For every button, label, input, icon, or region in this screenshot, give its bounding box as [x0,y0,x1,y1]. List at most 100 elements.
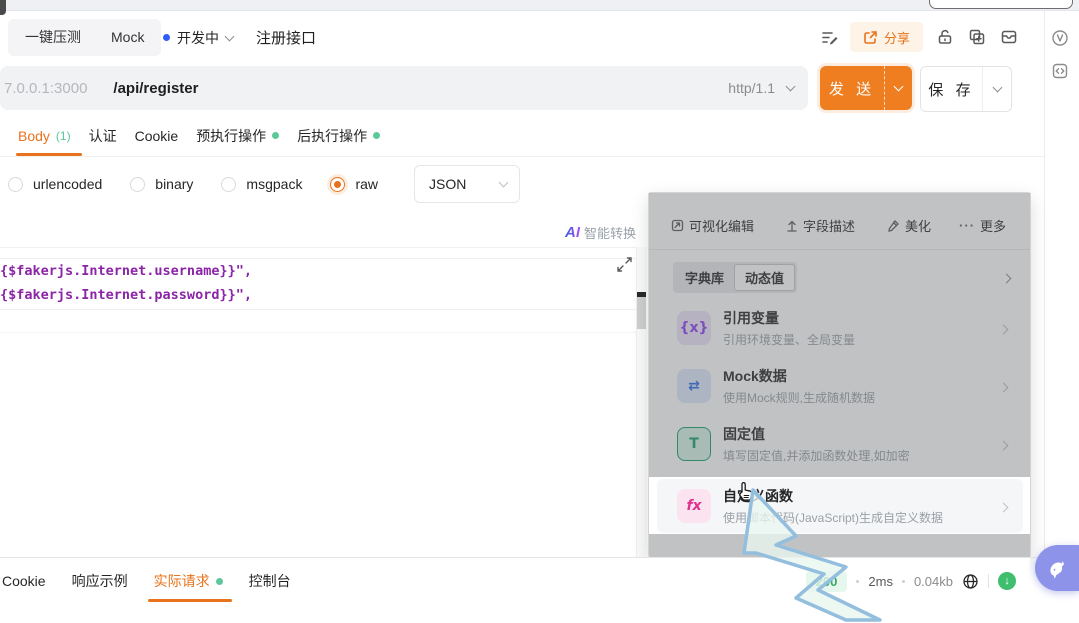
radio-binary[interactable] [130,177,145,192]
tab-label: 响应示例 [72,571,128,591]
code-box-bottom [0,309,636,310]
assistant-whale-button[interactable] [1035,545,1079,591]
ai-convert-button[interactable]: AI 智能转换 [0,218,636,246]
url-path: /api/register [113,80,198,97]
chevron-down-icon [225,31,235,41]
chevron-down-icon [499,178,509,188]
inbox-save-icon[interactable] [1000,28,1018,46]
url-input[interactable]: 7.0.0.1:3000 /api/register http/1.1 [0,66,808,110]
copy-add-icon[interactable] [968,28,986,46]
ai-icon: AI [565,224,580,241]
chevron-down-icon [786,82,796,92]
radio-urlencoded[interactable] [8,177,23,192]
version-icon[interactable] [1051,29,1069,47]
code-line-2[interactable]: {$fakerjs.Internet.password}}", [0,287,252,303]
radio-urlencoded-label[interactable]: urlencoded [33,176,102,192]
response-time: 2ms [868,574,893,589]
tab-console[interactable]: 控制台 [249,571,291,591]
code-panel-icon[interactable] [1051,62,1069,80]
radio-binary-label[interactable]: binary [155,176,193,192]
response-meta: 200 2ms 0.04kb ↓ [806,571,1016,592]
assistant-whale-icon [1040,551,1073,584]
share-label: 分享 [884,28,910,47]
radio-msgpack[interactable] [221,177,236,192]
send-button[interactable]: 发 送 [820,66,912,110]
tab-auth-label: 认证 [89,126,117,146]
app-window: 一键压测 Mock 开发中 注册接口 分享 [0,0,1079,623]
chevron-down-icon [992,83,1002,93]
tab-pre-actions[interactable]: 预执行操作 [196,115,279,156]
status-select[interactable]: 开发中 [163,19,233,56]
tab-label: 实际请求 [154,571,210,591]
separator-line [988,574,989,588]
tab-mock[interactable]: Mock [96,19,159,56]
editor-line [0,332,636,333]
radio-raw[interactable] [330,177,345,192]
tab-label: Cookie [2,573,46,589]
editor-scrollbar-thumb[interactable] [637,297,646,329]
request-tabs: Body (1) 认证 Cookie 预执行操作 后执行操作 [0,115,1044,157]
chevron-down-icon [894,82,904,92]
tab-actual-request[interactable]: 实际请求 [154,571,223,591]
sidebar-divider [1044,10,1045,557]
format-value: JSON [429,176,466,192]
send-dropdown[interactable] [885,66,912,110]
separator-dot [902,580,905,583]
green-dot [272,132,279,139]
tab-cookie-label: Cookie [135,128,179,144]
save-label: 保 存 [921,67,983,111]
green-dot [216,578,223,585]
custom-function-icon: fx [677,489,711,523]
separator-dot [856,580,859,583]
chevron-right-icon [1000,498,1007,514]
response-size: 0.04kb [914,574,953,589]
save-button[interactable]: 保 存 [920,66,1012,112]
tab-response-example[interactable]: 响应示例 [72,571,128,591]
protocol-select[interactable]: http/1.1 [728,80,794,96]
send-label: 发 送 [820,66,885,110]
unlock-icon[interactable] [936,28,954,46]
tab-load-test[interactable]: 一键压测 [10,19,96,56]
tab-pre-actions-label: 预执行操作 [196,126,266,146]
active-tab-underline [16,153,82,156]
share-icon [863,30,878,45]
status-code-badge: 200 [806,571,848,592]
header-tab-group: 一键压测 Mock [8,19,161,56]
download-response-button[interactable]: ↓ [998,572,1016,590]
item-text: 自定义函数 使用脚本代码(JavaScript)生成自定义数据 [723,486,943,526]
radio-msgpack-label[interactable]: msgpack [246,176,302,192]
globe-icon[interactable] [962,573,979,590]
tab-label: 控制台 [249,571,291,591]
tab-response-cookie[interactable]: Cookie [2,573,46,589]
expand-icon[interactable] [616,256,633,276]
status-dot [163,34,170,41]
radio-raw-label[interactable]: raw [355,176,378,192]
code-line-1[interactable]: {$fakerjs.Internet.username}}", [0,263,252,279]
top-window-strip [0,0,1079,11]
tab-body-count: (1) [56,129,71,143]
save-dropdown[interactable] [983,67,1011,111]
window-remnant-right [929,0,1073,9]
active-bottom-tab-underline [148,599,232,602]
green-dot [373,132,380,139]
edit-note-icon[interactable] [820,28,839,47]
protocol-value: http/1.1 [728,80,775,96]
tab-post-actions[interactable]: 后执行操作 [297,115,380,156]
tab-body[interactable]: Body (1) [18,115,71,156]
ai-convert-label: 智能转换 [584,223,636,242]
tutorial-dim-overlay-bottom [649,534,1030,558]
tutorial-dim-overlay-top [649,193,1030,477]
item-title: 自定义函数 [723,486,943,506]
body-type-options: urlencoded binary msgpack raw JSON [8,165,520,203]
item-custom-function[interactable]: fx 自定义函数 使用脚本代码(JavaScript)生成自定义数据 [657,479,1023,533]
item-desc: 使用脚本代码(JavaScript)生成自定义数据 [723,509,943,526]
url-host: 7.0.0.1:3000 [4,80,87,97]
tab-auth[interactable]: 认证 [89,115,117,156]
format-select[interactable]: JSON [414,165,520,203]
response-tabs-bar: Cookie 响应示例 实际请求 控制台 200 2ms 0.04kb ↓ [0,558,1030,604]
share-button[interactable]: 分享 [850,22,923,52]
code-box-top [0,258,636,259]
window-remnant-left [0,0,6,15]
tab-cookie[interactable]: Cookie [135,115,179,156]
dynamic-value-popup: 可视化编辑 字段描述 美化 ··· 更多 字典库 [648,192,1031,558]
